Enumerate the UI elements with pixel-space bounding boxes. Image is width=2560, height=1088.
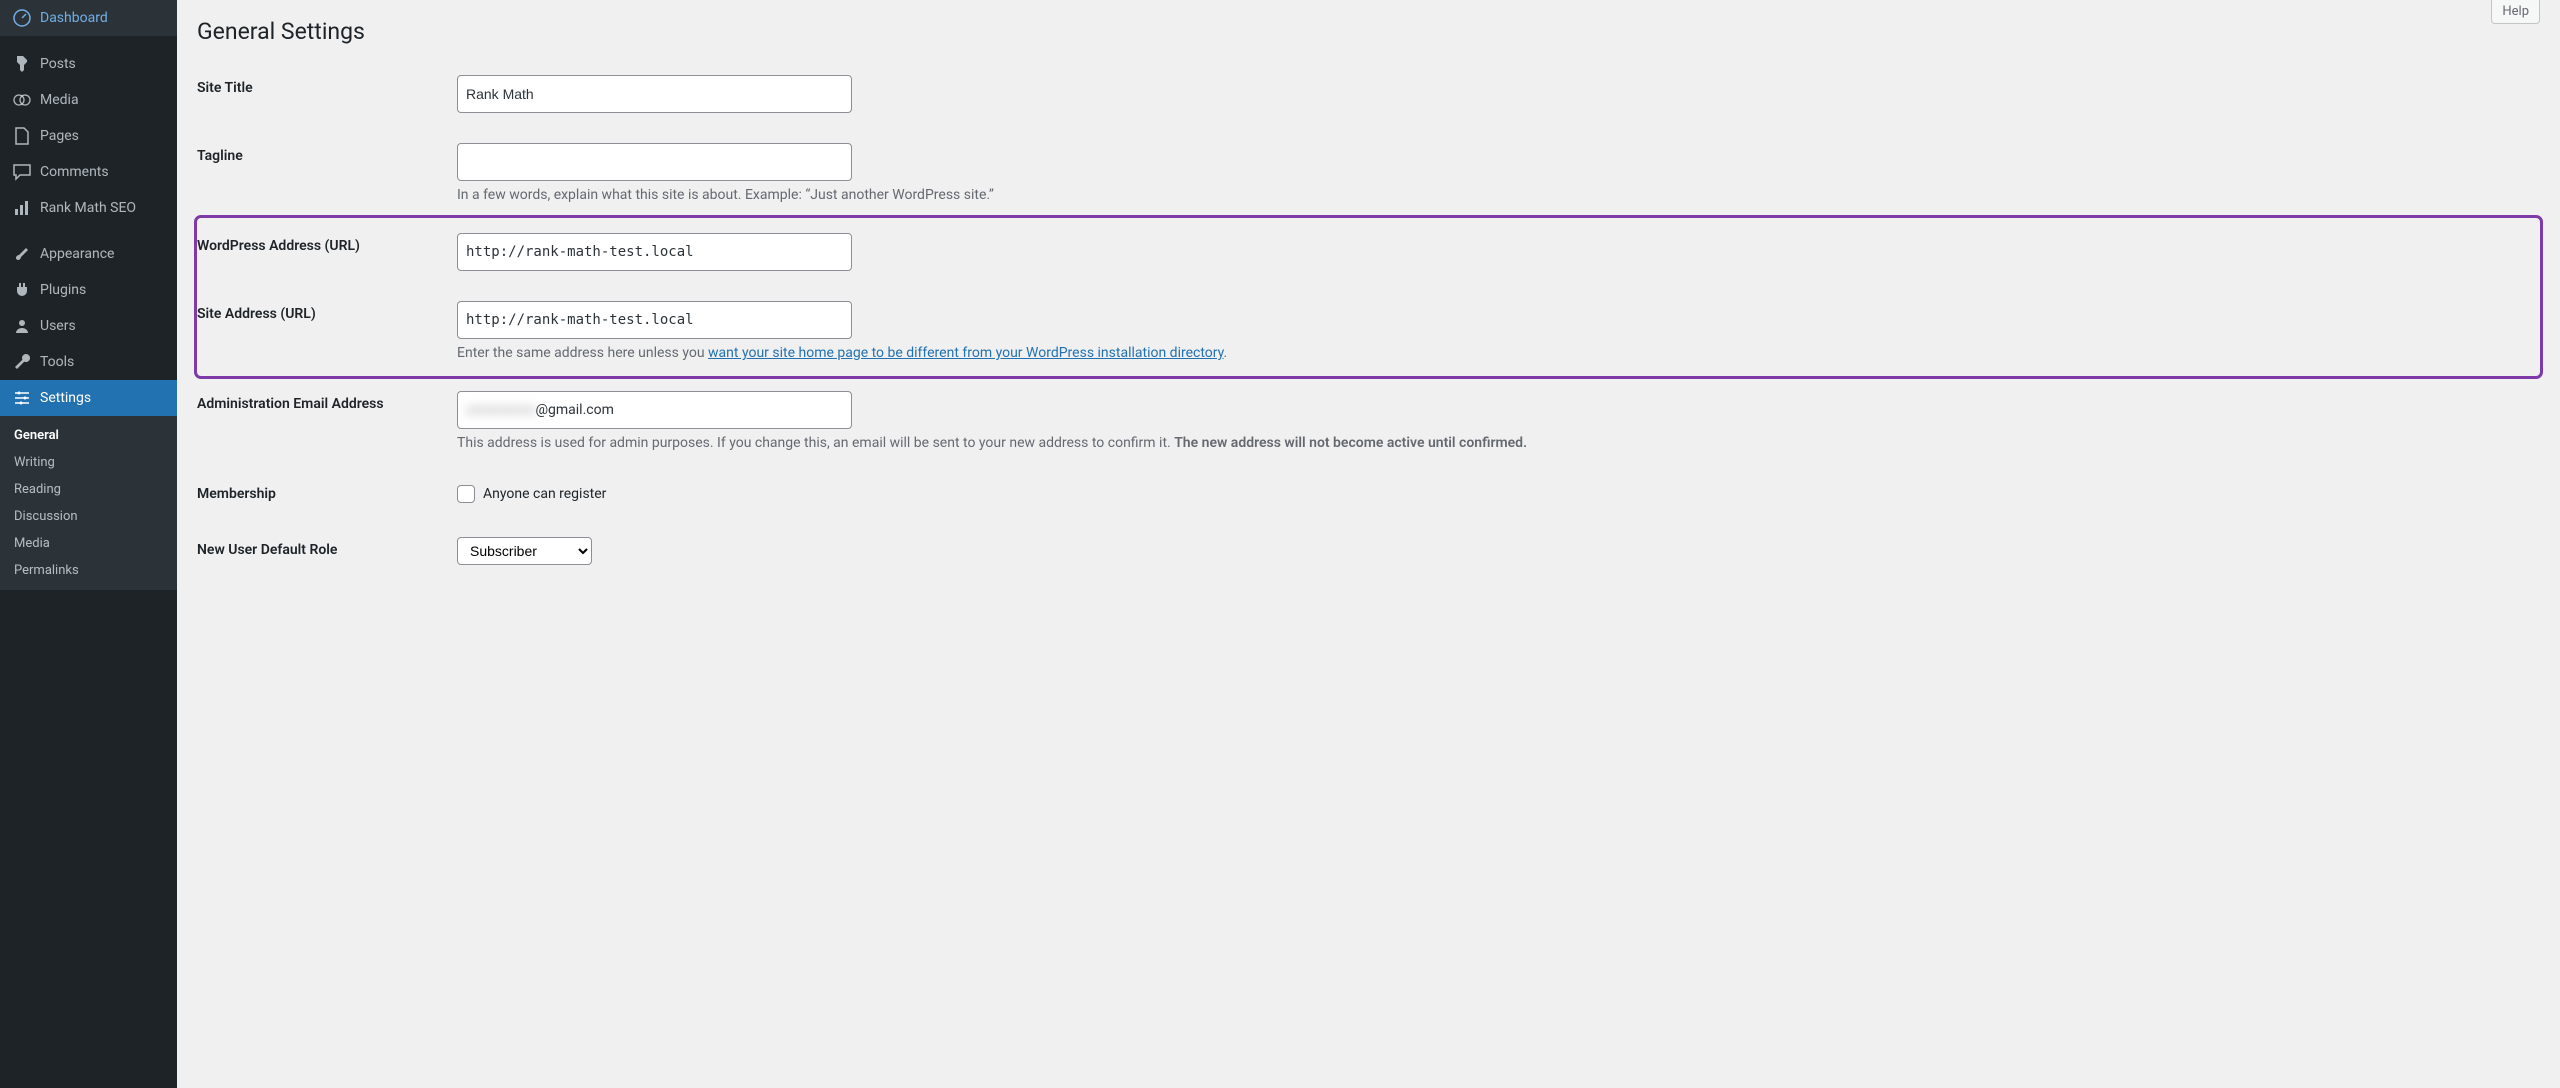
chart-icon <box>12 198 32 218</box>
sidebar-item-label: Appearance <box>40 246 114 262</box>
label-admin-email: Administration Email Address <box>197 376 447 466</box>
row-membership: Membership Anyone can register <box>197 466 2540 522</box>
submenu-item-reading[interactable]: Reading <box>0 476 177 503</box>
sidebar-item-label: Media <box>40 92 79 108</box>
sidebar-item-posts[interactable]: Posts <box>0 46 177 82</box>
label-site-title: Site Title <box>197 60 447 128</box>
admin-email-input[interactable]: xxxxxxxxxx@gmail.com <box>457 391 852 429</box>
site-address-help-link[interactable]: want your site home page to be different… <box>708 345 1224 361</box>
sidebar-item-label: Comments <box>40 164 109 180</box>
row-default-role: New User Default Role Subscriber <box>197 522 2540 580</box>
tagline-input[interactable] <box>457 143 852 181</box>
page-icon <box>12 126 32 146</box>
sidebar-item-label: Dashboard <box>40 10 108 26</box>
admin-sidebar: Dashboard Posts Media Pages Comments Ran… <box>0 0 177 1088</box>
submenu-item-writing[interactable]: Writing <box>0 449 177 476</box>
sidebar-item-label: Settings <box>40 390 91 406</box>
default-role-select[interactable]: Subscriber <box>457 537 592 565</box>
sidebar-item-label: Tools <box>40 354 74 370</box>
label-wp-address: WordPress Address (URL) <box>197 218 447 286</box>
row-site-address: Site Address (URL) Enter the same addres… <box>197 286 2540 376</box>
plug-icon <box>12 280 32 300</box>
media-icon <box>12 90 32 110</box>
main-content: Help General Settings Site Title Tagline… <box>177 0 2560 1088</box>
sidebar-item-media[interactable]: Media <box>0 82 177 118</box>
wrench-icon <box>12 352 32 372</box>
sidebar-item-label: Pages <box>40 128 79 144</box>
wp-address-input[interactable] <box>457 233 852 271</box>
settings-form: Site Title Tagline In a few words, expla… <box>197 60 2540 580</box>
sidebar-item-users[interactable]: Users <box>0 308 177 344</box>
settings-submenu: General Writing Reading Discussion Media… <box>0 416 177 590</box>
sidebar-item-tools[interactable]: Tools <box>0 344 177 380</box>
sidebar-item-settings[interactable]: Settings <box>0 380 177 416</box>
row-tagline: Tagline In a few words, explain what thi… <box>197 128 2540 218</box>
help-tab[interactable]: Help <box>2491 0 2540 24</box>
sidebar-item-rankmath[interactable]: Rank Math SEO <box>0 190 177 226</box>
membership-checkbox-label: Anyone can register <box>483 486 606 502</box>
label-site-address: Site Address (URL) <box>197 286 447 376</box>
submenu-item-discussion[interactable]: Discussion <box>0 503 177 530</box>
admin-email-help: This address is used for admin purposes.… <box>457 435 2530 451</box>
label-tagline: Tagline <box>197 128 447 218</box>
row-wp-address: WordPress Address (URL) <box>197 218 2540 286</box>
sidebar-item-label: Users <box>40 318 76 334</box>
label-membership: Membership <box>197 466 447 522</box>
admin-email-hidden: xxxxxxxxxx <box>466 396 535 424</box>
site-address-input[interactable] <box>457 301 852 339</box>
comment-icon <box>12 162 32 182</box>
membership-checkbox[interactable] <box>457 485 475 503</box>
brush-icon <box>12 244 32 264</box>
admin-email-help-strong: The new address will not become active u… <box>1174 435 1527 451</box>
row-site-title: Site Title <box>197 60 2540 128</box>
user-icon <box>12 316 32 336</box>
label-default-role: New User Default Role <box>197 522 447 580</box>
highlighted-url-section: WordPress Address (URL) Site Address (UR… <box>197 218 2540 376</box>
sidebar-item-label: Rank Math SEO <box>40 200 136 216</box>
sidebar-item-label: Plugins <box>40 282 86 298</box>
sidebar-item-label: Posts <box>40 56 76 72</box>
row-admin-email: Administration Email Address xxxxxxxxxx@… <box>197 376 2540 466</box>
site-title-input[interactable] <box>457 75 852 113</box>
tagline-help: In a few words, explain what this site i… <box>457 187 2530 203</box>
submenu-item-general[interactable]: General <box>0 422 177 449</box>
membership-checkbox-wrap[interactable]: Anyone can register <box>457 485 2530 503</box>
sliders-icon <box>12 388 32 408</box>
sidebar-item-dashboard[interactable]: Dashboard <box>0 0 177 36</box>
sidebar-item-appearance[interactable]: Appearance <box>0 236 177 272</box>
sidebar-item-plugins[interactable]: Plugins <box>0 272 177 308</box>
submenu-item-permalinks[interactable]: Permalinks <box>0 557 177 584</box>
sidebar-item-comments[interactable]: Comments <box>0 154 177 190</box>
site-address-help: Enter the same address here unless you w… <box>457 345 2530 361</box>
admin-email-visible: @gmail.com <box>535 396 613 424</box>
page-title: General Settings <box>197 0 2540 54</box>
dashboard-icon <box>12 8 32 28</box>
sidebar-item-pages[interactable]: Pages <box>0 118 177 154</box>
submenu-item-media[interactable]: Media <box>0 530 177 557</box>
pin-icon <box>12 54 32 74</box>
